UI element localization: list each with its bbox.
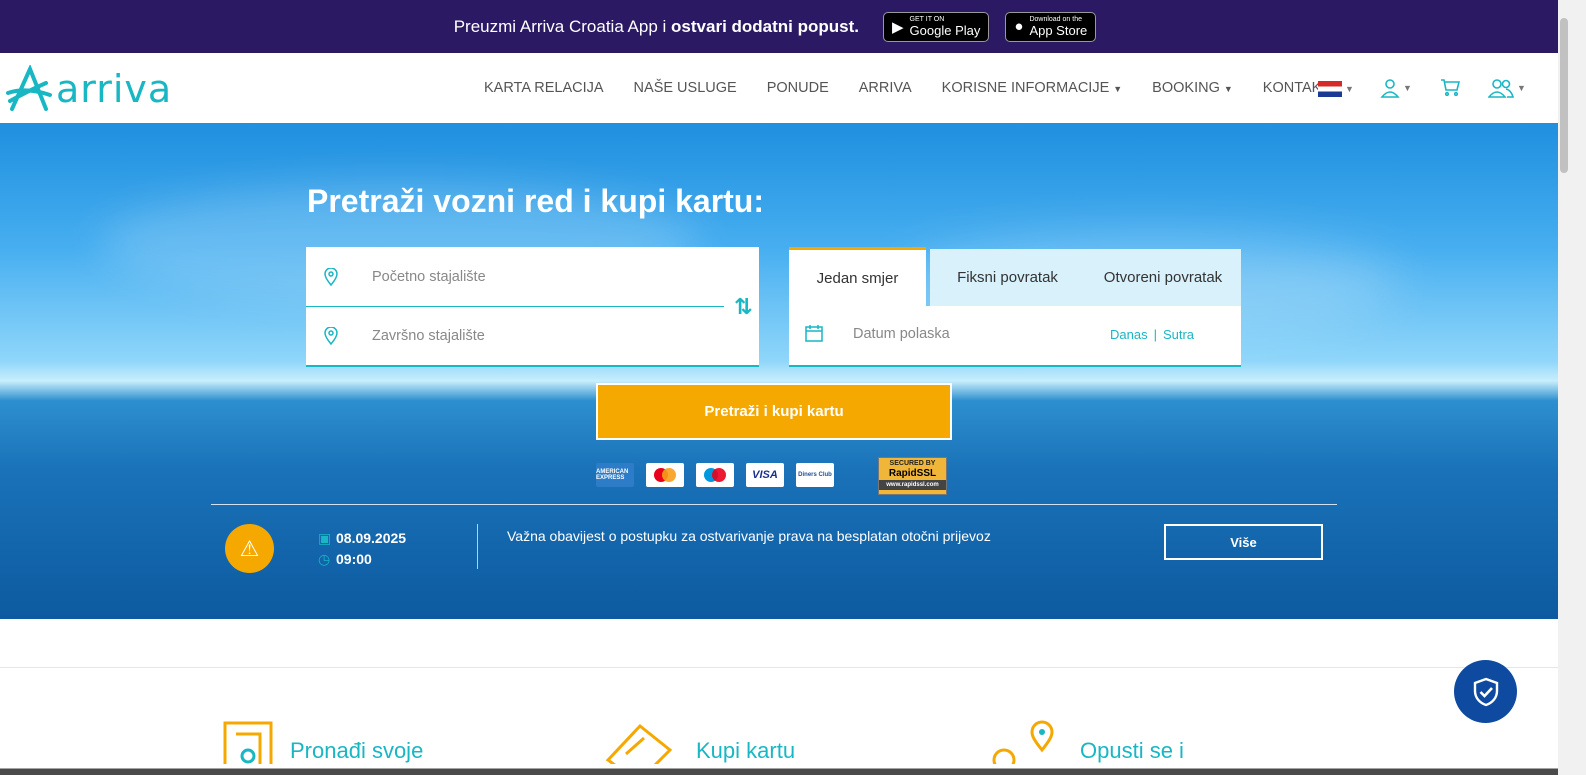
site-header: arriva KARTA RELACIJA NAŠE USLUGE PONUDE… xyxy=(0,53,1558,123)
calendar-icon: ▣ xyxy=(318,530,332,546)
privacy-shield-button[interactable] xyxy=(1454,660,1517,723)
app-promo-bar: Preuzmi Arriva Croatia App i ostvari dod… xyxy=(0,0,1558,53)
chevron-down-icon: ▼ xyxy=(1113,84,1123,94)
chevron-down-icon: ▼ xyxy=(1223,84,1233,94)
destination-input[interactable] xyxy=(372,328,702,344)
main-nav: KARTA RELACIJA NAŠE USLUGE PONUDE ARRIVA… xyxy=(484,53,1373,123)
departure-date-row: Danas|Sutra xyxy=(789,306,1241,367)
visa-icon: VISA xyxy=(746,463,784,487)
warning-icon: ⚠ xyxy=(225,524,274,573)
hero-title: Pretraži vozni red i kupi kartu: xyxy=(307,183,764,219)
feature-title: Pronađi svoje xyxy=(290,738,424,763)
logo-wordmark: arriva xyxy=(56,67,173,111)
destination-row xyxy=(306,307,759,367)
users-icon xyxy=(1488,79,1514,98)
nav-arriva[interactable]: ARRIVA xyxy=(859,80,912,96)
notice-more-button[interactable]: Više xyxy=(1164,524,1323,560)
location-pin-icon xyxy=(324,267,338,286)
bottom-edge xyxy=(0,764,1558,775)
payment-methods: AMERICAN EXPRESS VISA Diners Club xyxy=(596,463,834,487)
cart-button[interactable] xyxy=(1440,78,1460,96)
diners-club-icon: Diners Club xyxy=(796,463,834,487)
amex-icon: AMERICAN EXPRESS xyxy=(596,463,634,487)
language-selector[interactable]: ▼ xyxy=(1318,81,1354,97)
today-link[interactable]: Danas xyxy=(1110,327,1148,342)
google-play-badge[interactable]: ▶ GET IT ON Google Play xyxy=(883,11,990,42)
departure-date-input[interactable] xyxy=(853,326,1073,342)
tab-otvoreni-povratak[interactable]: Otvoreni povratak xyxy=(1085,249,1241,306)
croatia-flag-icon xyxy=(1318,81,1342,97)
rapidssl-seal: SECURED BY RapidSSL www.rapidssl.com xyxy=(878,457,947,495)
shield-check-icon xyxy=(1473,677,1498,706)
nav-nase-usluge[interactable]: NAŠE USLUGE xyxy=(634,80,737,96)
page-scrollbar[interactable] xyxy=(1558,0,1586,775)
swap-stations-icon[interactable]: ⇅ xyxy=(734,294,752,320)
tab-jedan-smjer[interactable]: Jedan smjer xyxy=(789,247,926,306)
nav-karta-relacija[interactable]: KARTA RELACIJA xyxy=(484,80,604,96)
arriva-logo[interactable]: arriva xyxy=(6,65,172,113)
chevron-down-icon: ▼ xyxy=(1517,83,1526,93)
hero-search: Pretraži vozni red i kupi kartu: ⇅ Jedan… xyxy=(0,123,1558,619)
google-play-icon: ▶ xyxy=(892,18,904,36)
notice-time: 09:00 xyxy=(336,551,372,567)
notice-date: 08.09.2025 xyxy=(336,530,407,546)
apple-icon: ● xyxy=(1014,18,1024,35)
search-buy-button[interactable]: Pretraži i kupi kartu xyxy=(596,383,952,440)
user-menu[interactable]: ▼ xyxy=(1380,78,1412,98)
section-separator xyxy=(0,667,1558,668)
scrollbar-thumb[interactable] xyxy=(1560,18,1568,173)
user-icon xyxy=(1380,79,1400,98)
origin-input[interactable] xyxy=(372,268,702,285)
clock-icon: ◷ xyxy=(318,551,331,567)
tab-fiksni-povratak[interactable]: Fiksni povratak xyxy=(930,249,1085,306)
chevron-down-icon: ▼ xyxy=(1345,84,1354,94)
account-menu[interactable]: ▼ xyxy=(1488,78,1526,98)
nav-ponude[interactable]: PONUDE xyxy=(767,80,829,96)
nav-korisne-informacije[interactable]: KORISNE INFORMACIJE ▼ xyxy=(942,80,1123,96)
calendar-icon xyxy=(805,325,823,342)
promo-text: Preuzmi Arriva Croatia App i ostvari dod… xyxy=(453,16,859,36)
app-store-badge[interactable]: ● Download on the App Store xyxy=(1005,11,1097,42)
chevron-down-icon: ▼ xyxy=(1403,83,1412,93)
notice-text: Važna obavijest o postupku za ostvarivan… xyxy=(507,528,991,544)
feature-title: Opusti se i xyxy=(1080,738,1184,763)
mastercard-icon xyxy=(646,463,684,487)
hero-divider xyxy=(211,504,1337,505)
origin-row xyxy=(306,247,724,307)
notice-divider xyxy=(477,524,478,569)
tomorrow-link[interactable]: Sutra xyxy=(1163,327,1194,342)
route-inputs: ⇅ xyxy=(306,247,759,367)
nav-booking[interactable]: BOOKING ▼ xyxy=(1152,80,1233,96)
feature-title: Kupi kartu xyxy=(696,738,796,763)
location-pin-icon xyxy=(324,327,338,345)
quick-date-links: Danas | Sutra xyxy=(1110,327,1195,342)
cart-icon xyxy=(1441,79,1460,96)
arriva-logo-icon xyxy=(6,65,52,111)
notice-datetime: ▣ 08.09.2025 ◷ 09:00 xyxy=(318,528,406,570)
trip-type-panel: Jedan smjer Fiksni povratak Otvoreni pov… xyxy=(789,247,1241,367)
maestro-icon xyxy=(696,463,734,487)
